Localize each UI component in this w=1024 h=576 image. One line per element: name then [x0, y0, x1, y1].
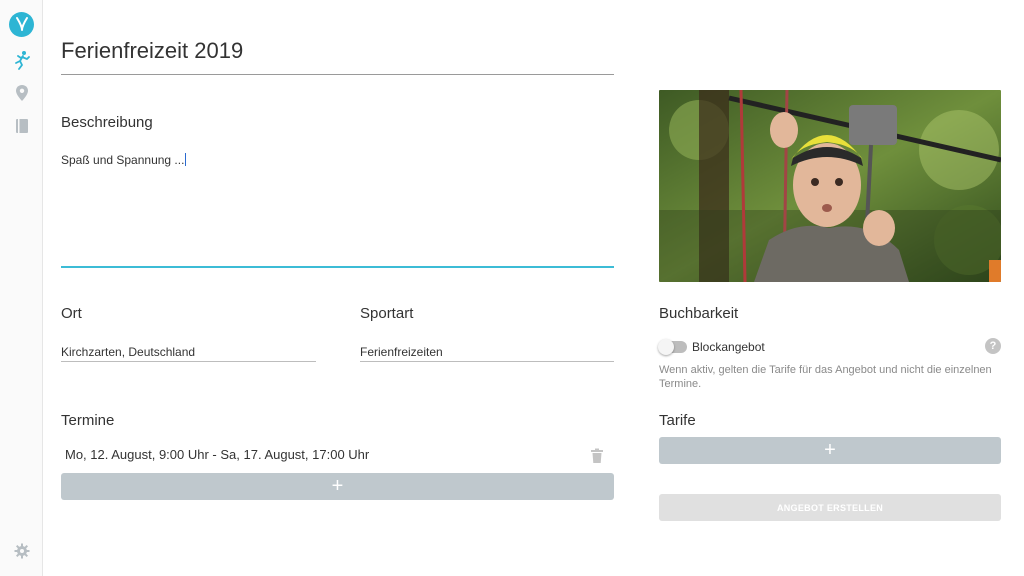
sport-field[interactable]: Ferienfreizeiten	[360, 342, 614, 362]
trash-icon[interactable]	[590, 448, 604, 464]
location-label: Ort	[61, 305, 82, 322]
title-underline	[61, 74, 614, 75]
booking-label: Buchbarkeit	[659, 305, 739, 322]
date-range-text: Mo, 12. August, 9:00 Uhr - Sa, 17. Augus…	[65, 447, 370, 462]
add-rate-button[interactable]: +	[659, 437, 1001, 464]
book-icon[interactable]	[0, 116, 43, 136]
sport-figure-icon[interactable]	[0, 50, 43, 70]
gear-icon[interactable]	[0, 541, 43, 561]
rates-label: Tarife	[659, 412, 696, 429]
description-text: Spaß und Spannung ...	[61, 153, 185, 167]
block-offer-toggle[interactable]	[658, 339, 687, 355]
description-textarea[interactable]: Spaß und Spannung ...	[61, 148, 614, 268]
create-offer-button[interactable]: ANGEBOT ERSTELLEN	[659, 494, 1001, 521]
offer-image[interactable]	[659, 90, 1001, 282]
description-label: Beschreibung	[61, 114, 153, 131]
logo-icon[interactable]	[0, 11, 43, 37]
toggle-knob	[658, 339, 674, 355]
help-icon[interactable]: ?	[985, 338, 1001, 354]
add-date-button[interactable]: +	[61, 473, 614, 500]
sidebar	[0, 0, 43, 576]
text-caret	[185, 153, 187, 166]
dates-label: Termine	[61, 412, 115, 429]
date-list-item[interactable]: Mo, 12. August, 9:00 Uhr - Sa, 17. Augus…	[61, 444, 614, 466]
sport-label: Sportart	[360, 305, 414, 322]
location-pin-icon[interactable]	[0, 83, 43, 103]
block-offer-row: Blockangebot ?	[658, 338, 1001, 356]
block-offer-label: Blockangebot	[692, 340, 765, 354]
location-field[interactable]: Kirchzarten, Deutschland	[61, 342, 316, 362]
page-title[interactable]: Ferienfreizeit 2019	[61, 38, 243, 64]
block-offer-hint: Wenn aktiv, gelten die Tarife für das An…	[659, 364, 992, 390]
